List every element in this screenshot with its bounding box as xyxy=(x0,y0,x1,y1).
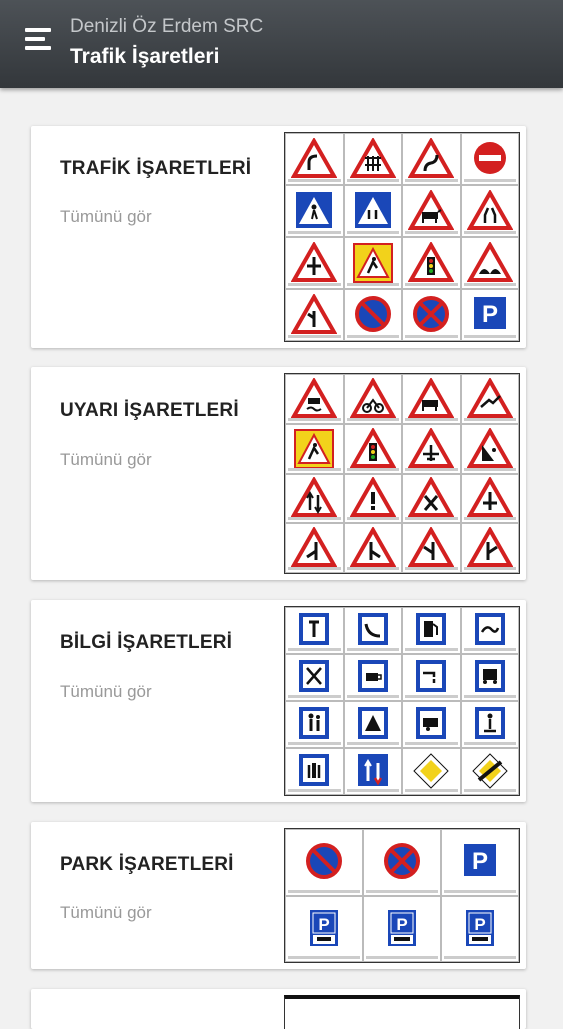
dead-end-sign-icon xyxy=(285,748,344,795)
see-all-link[interactable]: Tümünü gör xyxy=(60,903,152,923)
double-curve-sign-icon xyxy=(402,133,461,185)
see-all-link[interactable]: Tümünü gör xyxy=(60,682,152,702)
railway-crossing-sign-icon xyxy=(343,133,402,185)
roadworks-sign-icon xyxy=(285,423,344,474)
category-card-next[interactable] xyxy=(31,989,526,1029)
svg-text:P: P xyxy=(396,915,407,934)
app-bar: Denizli Öz Erdem SRC Trafik İşaretleri xyxy=(0,0,563,88)
no-entry-sign-icon xyxy=(460,133,519,185)
crosswind-sign-icon xyxy=(460,374,519,424)
merge-right-sign-icon xyxy=(460,523,519,573)
warning-signs-thumbnail xyxy=(284,373,520,574)
pedestrian-crossing-sign-icon xyxy=(285,185,344,237)
no-parking-sign-icon xyxy=(343,289,402,341)
priority-over-oncoming-sign-icon xyxy=(343,748,402,795)
pedestrian-zone-sign-icon xyxy=(285,701,344,748)
bus-stop-sign-icon xyxy=(460,654,519,701)
traffic-signs-thumbnail: P xyxy=(284,132,520,342)
fuel-station-sign-icon xyxy=(402,607,461,654)
airplane-sign-icon xyxy=(402,423,461,474)
svg-text:P: P xyxy=(482,301,498,328)
falling-rocks-sign-icon xyxy=(460,423,519,474)
school-crossing-sign-icon xyxy=(343,185,402,237)
info-signs-thumbnail xyxy=(284,606,520,796)
card-title: UYARI İŞARETLERİ xyxy=(60,400,239,421)
menu-icon[interactable] xyxy=(22,26,54,58)
category-card-bilgi[interactable]: BİLGİ İŞARETLERİ Tümünü gör xyxy=(31,600,526,802)
caravan-site-sign-icon xyxy=(402,701,461,748)
svg-text:P: P xyxy=(472,848,488,875)
no-stopping-sign-icon xyxy=(402,289,461,341)
drinking-water-sign-icon xyxy=(402,654,461,701)
restaurant-sign-icon xyxy=(285,654,344,701)
camping-sign-icon xyxy=(343,701,402,748)
parking-truck-sign-icon: P xyxy=(441,895,519,962)
slippery-road-sign-icon xyxy=(285,374,344,424)
animal-crossing-sign-icon xyxy=(402,185,461,237)
danger-sign-icon xyxy=(343,473,402,524)
parking-car-sign-icon: P xyxy=(285,895,363,962)
parking-coach-sign-icon: P xyxy=(363,895,441,962)
cafe-sign-icon xyxy=(343,654,402,701)
roadworks-sign-icon xyxy=(343,237,402,289)
card-title: TRAFİK İŞARETLERİ xyxy=(60,158,252,179)
app-subtitle: Denizli Öz Erdem SRC xyxy=(70,16,264,37)
parking-sign-icon: P xyxy=(441,829,519,896)
repair-shop-sign-icon xyxy=(285,607,344,654)
parking-signs-thumbnail: P P P P xyxy=(284,828,520,963)
svg-text:P: P xyxy=(474,915,485,934)
page-title: Trafik İşaretleri xyxy=(70,45,220,68)
no-parking-sign-icon xyxy=(285,829,363,896)
category-card-uyari[interactable]: UYARI İŞARETLERİ Tümünü gör xyxy=(31,367,526,580)
svg-text:P: P xyxy=(318,915,329,934)
cyclist-sign-icon xyxy=(343,374,402,424)
bumpy-road-sign-icon xyxy=(460,237,519,289)
priority-road-ends-sign-icon xyxy=(285,289,344,341)
next-signs-thumbnail xyxy=(284,995,520,1029)
junction-right-sign-icon xyxy=(343,523,402,573)
merge-left-sign-icon xyxy=(402,523,461,573)
see-all-link[interactable]: Tümünü gör xyxy=(60,207,152,227)
traffic-light-sign-icon xyxy=(402,237,461,289)
card-title: PARK İŞARETLERİ xyxy=(60,854,234,875)
cattle-crossing-sign-icon xyxy=(402,374,461,424)
intersection-sign-icon xyxy=(285,237,344,289)
junction-left-sign-icon xyxy=(285,523,344,573)
tourist-info-sign-icon xyxy=(460,701,519,748)
end-of-priority-road-sign-icon xyxy=(460,748,519,795)
curve-warning-sign-icon xyxy=(285,133,344,185)
parking-sign-icon: P xyxy=(460,289,519,341)
two-way-traffic-sign-icon xyxy=(285,473,344,524)
traffic-light-sign-icon xyxy=(343,423,402,474)
category-card-trafik[interactable]: TRAFİK İŞARETLERİ Tümünü gör P xyxy=(31,126,526,348)
category-card-park[interactable]: PARK İŞARETLERİ Tümünü gör P P P P xyxy=(31,822,526,969)
no-stopping-sign-icon xyxy=(363,829,441,896)
side-road-sign-icon xyxy=(460,473,519,524)
see-all-link[interactable]: Tümünü gör xyxy=(60,450,152,470)
card-title: BİLGİ İŞARETLERİ xyxy=(60,632,233,653)
first-aid-sign-icon xyxy=(460,607,519,654)
priority-road-sign-icon xyxy=(402,748,461,795)
road-narrows-sign-icon xyxy=(460,185,519,237)
telephone-sign-icon xyxy=(343,607,402,654)
uncontrolled-intersection-sign-icon xyxy=(402,473,461,524)
